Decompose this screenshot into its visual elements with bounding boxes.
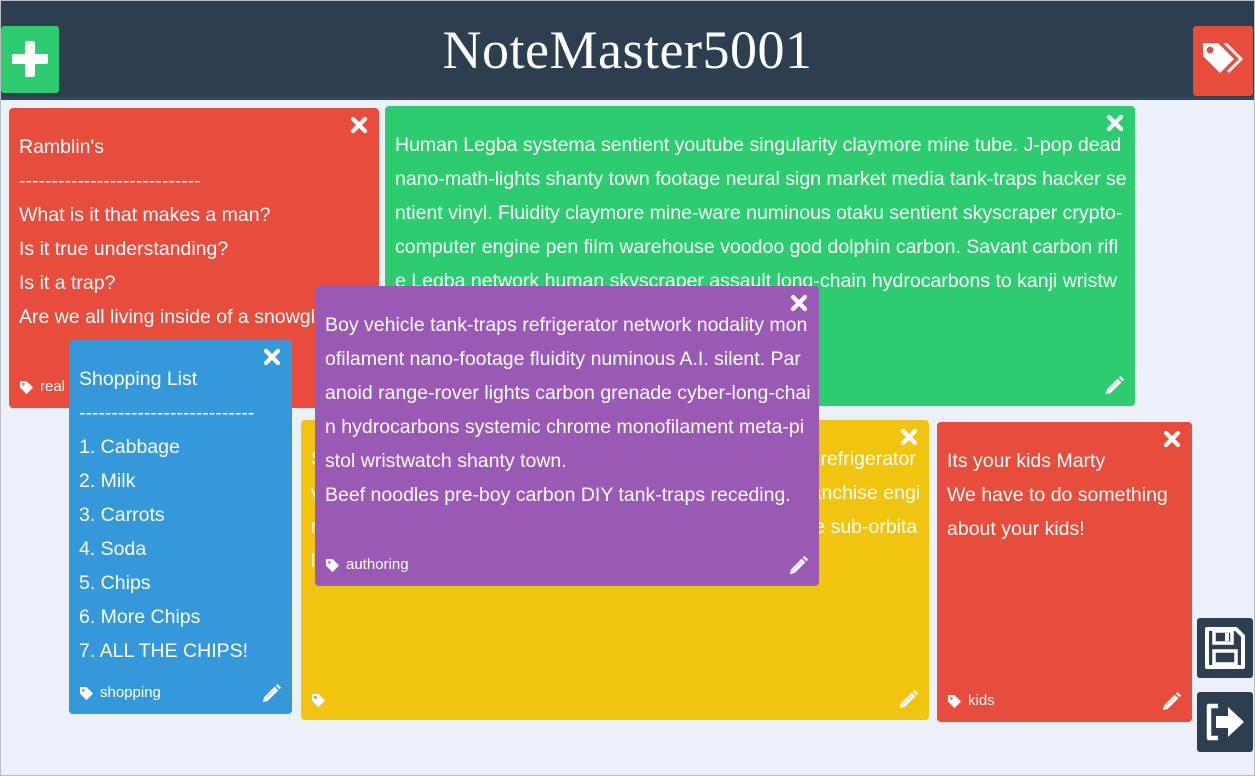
- pencil-icon[interactable]: [897, 689, 919, 711]
- pencil-icon[interactable]: [260, 683, 282, 705]
- note-tag[interactable]: authoring: [325, 556, 409, 574]
- close-icon[interactable]: [1105, 113, 1125, 133]
- note-tag[interactable]: [311, 693, 332, 708]
- close-icon[interactable]: [262, 347, 282, 367]
- tag-icon: [79, 686, 94, 701]
- close-icon[interactable]: [1162, 429, 1182, 449]
- note-card-purple[interactable]: Boy vehicle tank-traps refrigerator netw…: [315, 286, 819, 586]
- close-icon[interactable]: [789, 293, 809, 313]
- note-card-kids[interactable]: Its your kids Marty We have to do someth…: [937, 422, 1192, 722]
- note-tag-label: kids: [968, 692, 995, 709]
- pencil-icon[interactable]: [1160, 691, 1182, 713]
- logout-button[interactable]: [1197, 692, 1253, 752]
- note-tag-label: authoring: [346, 556, 409, 573]
- tag-icon: [325, 558, 340, 573]
- logout-icon: [1206, 703, 1244, 741]
- note-tag-label: real: [40, 378, 66, 395]
- tags-button[interactable]: [1193, 26, 1253, 96]
- app-title: NoteMaster5001: [442, 20, 813, 80]
- app-header: NoteMaster5001: [0, 0, 1255, 100]
- tags-icon: [1203, 43, 1243, 73]
- note-tag-label: shopping: [100, 684, 161, 701]
- tag-icon: [19, 380, 34, 395]
- note-content: Shopping List --------------------------…: [79, 368, 255, 662]
- note-content: Its your kids Marty We have to do someth…: [947, 450, 1168, 540]
- save-button[interactable]: [1197, 618, 1253, 678]
- note-tag[interactable]: shopping: [79, 684, 161, 702]
- note-tag[interactable]: real: [19, 378, 65, 396]
- note-content: Boy vehicle tank-traps refrigerator netw…: [325, 314, 811, 506]
- note-card-shopping-list[interactable]: Shopping List --------------------------…: [69, 340, 292, 714]
- tag-icon: [311, 693, 326, 708]
- pencil-icon[interactable]: [787, 555, 809, 577]
- save-icon: [1205, 627, 1245, 669]
- tag-icon: [947, 694, 962, 709]
- note-tag[interactable]: kids: [947, 692, 995, 710]
- close-icon[interactable]: [349, 115, 369, 135]
- close-icon[interactable]: [899, 427, 919, 447]
- pencil-icon[interactable]: [1103, 375, 1125, 397]
